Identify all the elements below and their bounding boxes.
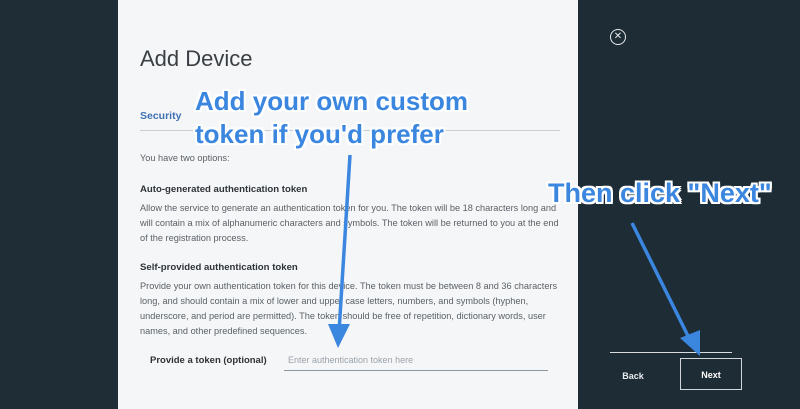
callout-click-next: Then click "Next" xyxy=(548,178,772,208)
arrow-to-next-head xyxy=(680,330,700,356)
callout-custom-token-line1: Add your own custom xyxy=(195,86,468,116)
arrow-to-token-head xyxy=(328,324,350,348)
callout-custom-token-line2: token if you'd prefer xyxy=(195,119,444,149)
arrow-to-token-line xyxy=(337,154,352,333)
arrow-to-next-line xyxy=(630,222,692,341)
